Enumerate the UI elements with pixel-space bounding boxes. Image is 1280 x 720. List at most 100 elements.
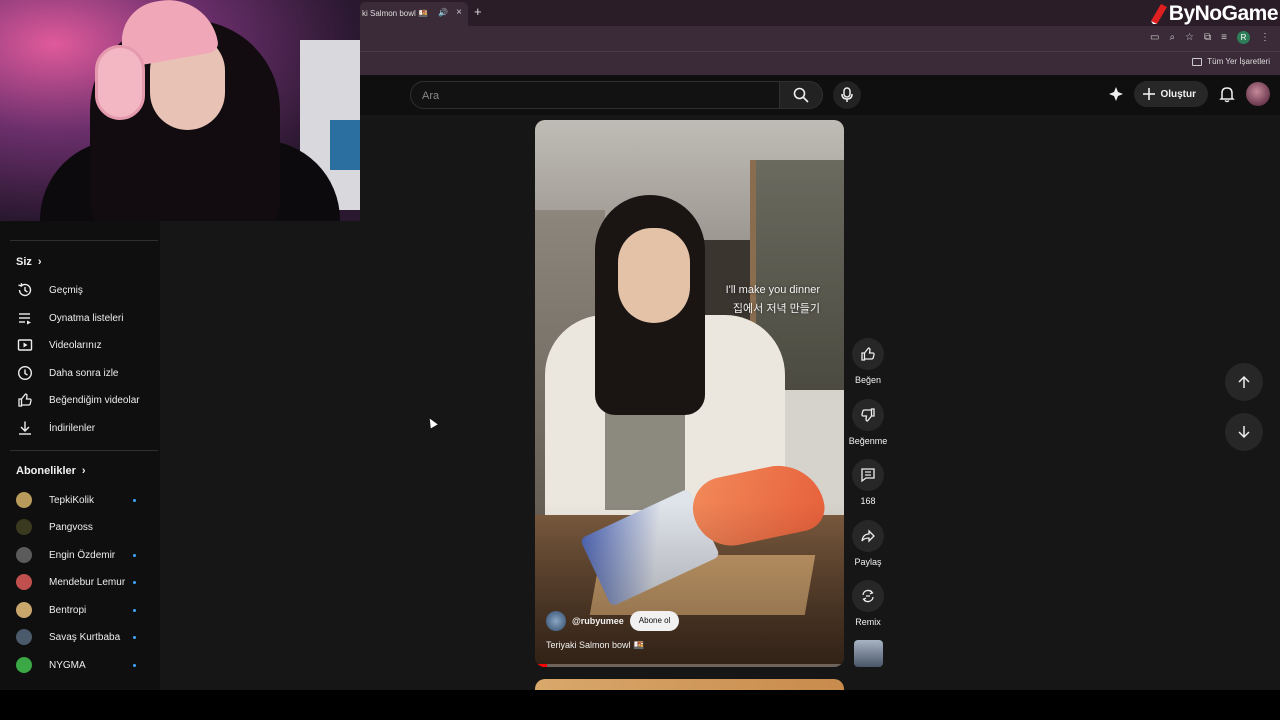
brand-logo-icon [1150, 4, 1167, 24]
notifications-bell-icon[interactable] [1218, 85, 1236, 103]
tab-close-icon[interactable]: × [456, 7, 462, 18]
new-content-dot [133, 553, 136, 557]
create-button[interactable]: Oluştur [1134, 81, 1208, 107]
screen: ki Salmon bowl 🍱 🔊 × + ▭ ⌕ ☆ ⧉ ≡ R ⋮ Tüm… [0, 0, 1280, 720]
dislike-action: Beğenme [848, 399, 888, 446]
liked-videos-icon [16, 391, 34, 409]
history-icon [16, 281, 34, 299]
sidebar-item-playlists[interactable]: Oynatma listeleri [0, 306, 160, 330]
scene-shade [535, 120, 844, 667]
zoom-icon[interactable]: ⌕ [1169, 32, 1175, 43]
watch-later-icon [16, 364, 34, 382]
arrow-up-icon [1238, 375, 1250, 388]
video-title[interactable]: Teriyaki Salmon bowl 🍱 [546, 640, 644, 651]
remix-button[interactable] [852, 580, 884, 612]
sidebar-item-your-videos[interactable]: Videolarınız [0, 333, 160, 357]
search-button[interactable] [779, 81, 823, 109]
new-content-dot [133, 580, 136, 584]
channel-row: @rubyumee Abone ol [546, 611, 680, 631]
channel-avatar [16, 547, 32, 563]
shorts-player[interactable]: I'll make you dinner 집에서 저녁 만들기 @rubyume… [535, 120, 844, 667]
cast-icon[interactable]: ▭ [1150, 32, 1159, 43]
subscribe-button[interactable]: Abone ol [629, 611, 680, 631]
sidebar-item-label: Beğendiğim videolar [49, 394, 140, 406]
webcam-overlay [0, 0, 360, 221]
user-avatar[interactable] [1246, 82, 1270, 106]
sound-thumbnail[interactable] [854, 640, 883, 667]
chevron-right-icon: › [81, 465, 86, 477]
new-tab-button[interactable]: + [474, 4, 482, 19]
toolbar-icons: ▭ ⌕ ☆ ⧉ ≡ R ⋮ [1150, 31, 1270, 44]
tab-title: ki Salmon bowl 🍱 [362, 9, 428, 18]
browser-tab[interactable]: ki Salmon bowl 🍱 🔊 × [360, 2, 468, 26]
subscription-item[interactable]: Pangvoss [0, 515, 160, 539]
remix-label: Remix [855, 617, 881, 627]
folder-icon [1192, 57, 1203, 66]
media-control-icon[interactable]: ≡ [1221, 32, 1227, 43]
like-label: Beğen [854, 375, 882, 385]
sidebar-divider [10, 240, 158, 241]
remix-action: Remix [848, 580, 888, 627]
mouse-cursor-icon [426, 416, 438, 429]
sidebar-item-history[interactable]: Geçmiş [0, 278, 160, 302]
section-you[interactable]: Siz › [16, 256, 42, 268]
video-frame [535, 120, 844, 667]
sidebar-divider [10, 450, 158, 451]
comments-button[interactable] [852, 459, 884, 491]
like-button[interactable] [852, 338, 884, 370]
webcam-background-monitor [330, 120, 360, 170]
share-icon [861, 529, 875, 543]
new-content-dot [133, 663, 136, 667]
playlist-icon [16, 309, 34, 327]
section-you-label: Siz [16, 256, 32, 268]
your-videos-icon [16, 336, 34, 354]
sidebar-item-liked-videos[interactable]: Beğendiğim videolar [0, 388, 160, 412]
search-input[interactable]: Ara [410, 81, 780, 109]
subscription-item[interactable]: Bentropi [0, 598, 160, 622]
subscription-item[interactable]: TepkiKolik [0, 488, 160, 512]
subscription-item[interactable]: Engin Özdemir [0, 543, 160, 567]
channel-name: NYGMA [49, 659, 86, 671]
section-subscriptions-label: Abonelikler [16, 465, 76, 477]
youtube-header: Ara Oluştur [360, 75, 1280, 115]
channel-avatar [16, 574, 32, 590]
subscription-item[interactable]: Savaş Kurtbaba [0, 625, 160, 649]
header-actions: Oluştur [1108, 81, 1270, 107]
all-bookmarks-button[interactable]: Tüm Yer İşaretleri [1192, 57, 1270, 66]
channel-avatar [16, 602, 32, 618]
bookmark-star-icon[interactable]: ☆ [1185, 32, 1194, 43]
section-subscriptions[interactable]: Abonelikler › [16, 465, 86, 477]
caption-english: I'll make you dinner [725, 284, 820, 296]
sidebar-item-downloads[interactable]: İndirilenler [0, 416, 160, 440]
voice-search-button[interactable] [833, 81, 861, 109]
create-label: Oluştur [1160, 88, 1196, 100]
remix-icon [862, 589, 874, 603]
channel-handle[interactable]: @rubyumee [572, 616, 624, 626]
chevron-right-icon: › [37, 256, 42, 268]
sidebar-item-watch-later[interactable]: Daha sonra izle [0, 361, 160, 385]
share-label: Paylaş [854, 557, 882, 567]
like-action: Beğen [848, 338, 888, 385]
video-progress-bar[interactable] [535, 664, 844, 667]
tab-audio-icon[interactable]: 🔊 [438, 8, 448, 17]
channel-name: Savaş Kurtbaba [49, 631, 121, 643]
dislike-button[interactable] [852, 399, 884, 431]
new-content-dot [133, 608, 136, 612]
share-button[interactable] [852, 520, 884, 552]
bottom-letterbox [0, 690, 1280, 720]
channel-name: TepkiKolik [49, 494, 95, 506]
browser-menu-icon[interactable]: ⋮ [1260, 32, 1270, 43]
previous-short-button[interactable] [1225, 363, 1263, 401]
browser-profile-avatar[interactable]: R [1237, 31, 1250, 44]
ai-sparkle-icon[interactable] [1108, 86, 1124, 102]
channel-avatar[interactable] [546, 611, 566, 631]
new-content-dot [133, 635, 136, 639]
arrow-down-icon [1238, 426, 1250, 439]
comments-action: 168 [848, 459, 888, 506]
thumbs-up-icon [861, 347, 875, 361]
subscription-item[interactable]: Mendebur Lemur [0, 570, 160, 594]
channel-name: Engin Özdemir [49, 549, 116, 561]
subscription-item[interactable]: NYGMA [0, 653, 160, 677]
extensions-icon[interactable]: ⧉ [1204, 32, 1211, 43]
next-short-button[interactable] [1225, 413, 1263, 451]
